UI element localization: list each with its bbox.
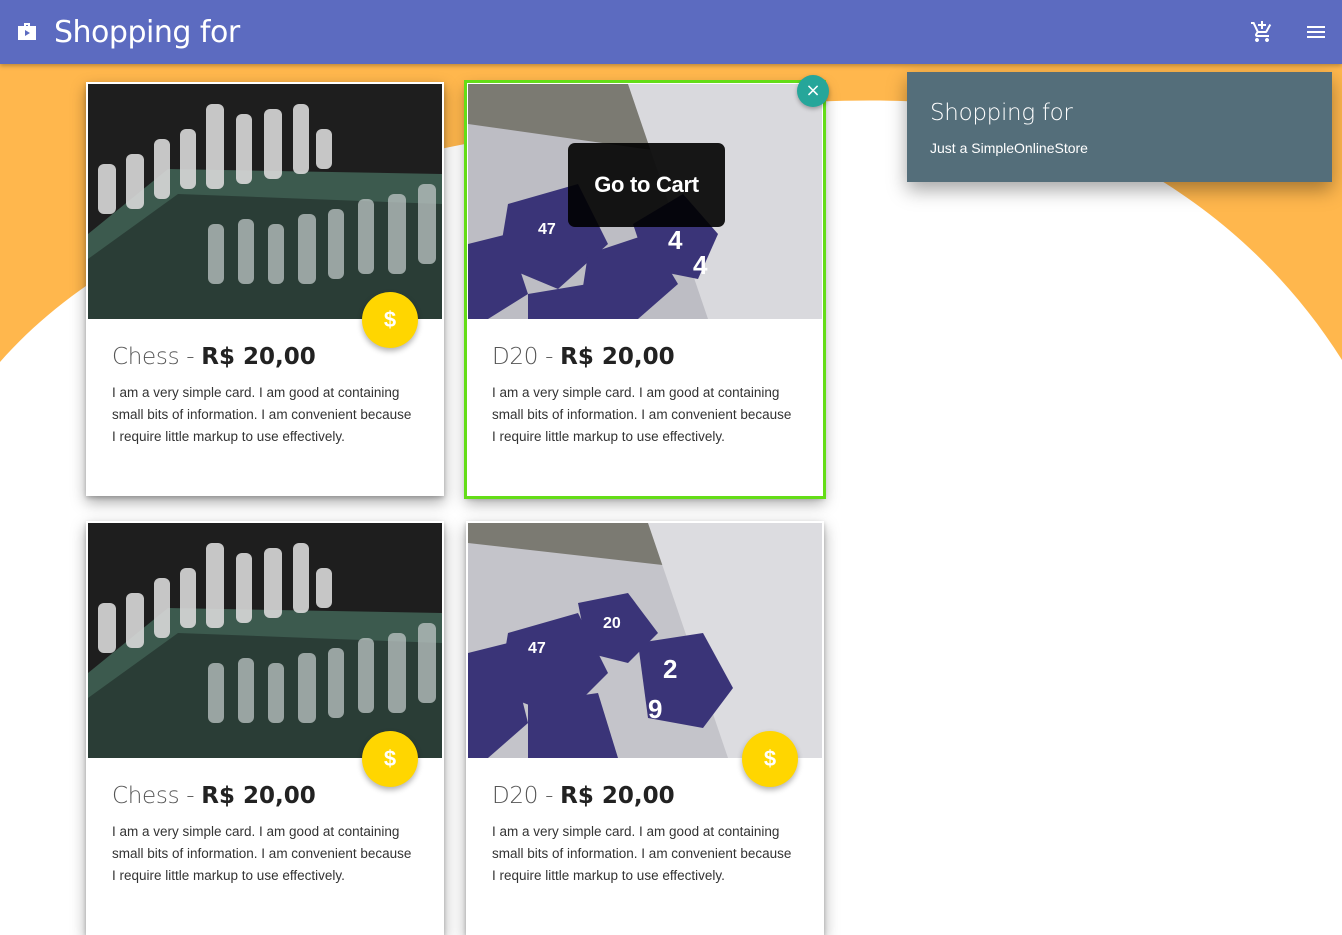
product-description: I am a very simple card. I am good at co… xyxy=(112,824,412,883)
chess-board-photo xyxy=(88,84,442,319)
shopping-bag-play-icon xyxy=(15,20,39,44)
product-card[interactable]: $ Chess - R$ 20,00 I am a very simple ca… xyxy=(86,82,444,496)
product-description: I am a very simple card. I am good at co… xyxy=(112,385,412,444)
chess-board-photo xyxy=(88,523,442,758)
product-card[interactable]: 2 9 20 47 $ D20 - R$ 20,00 I am a very s… xyxy=(466,521,824,935)
svg-text:4: 4 xyxy=(693,250,708,280)
card-content: D20 - R$ 20,00 I am a very simple card. … xyxy=(492,344,792,448)
dice-photo: 2 9 20 47 xyxy=(468,523,822,758)
buy-button[interactable]: $ xyxy=(362,731,418,787)
product-price: R$ 20,00 xyxy=(560,783,675,809)
buy-button[interactable]: $ xyxy=(742,731,798,787)
svg-text:20: 20 xyxy=(603,615,621,632)
product-description: I am a very simple card. I am good at co… xyxy=(492,824,792,883)
product-price: R$ 20,00 xyxy=(201,344,316,370)
product-name: D20 xyxy=(492,344,539,370)
product-name: Chess xyxy=(112,344,180,370)
go-to-cart-button[interactable]: Go to Cart xyxy=(568,143,725,227)
product-price: R$ 20,00 xyxy=(560,344,675,370)
hamburger-menu-icon[interactable] xyxy=(1304,20,1328,44)
svg-text:47: 47 xyxy=(528,640,546,657)
name-price-separator: - xyxy=(538,783,561,809)
close-icon[interactable]: × xyxy=(797,75,829,107)
card-content: Chess - R$ 20,00 I am a very simple card… xyxy=(112,344,412,448)
svg-text:4: 4 xyxy=(668,225,683,255)
svg-text:9: 9 xyxy=(648,694,662,724)
product-card-selected[interactable]: 4 4 47 Go to Cart × D20 - R$ 20,00 I am … xyxy=(464,75,829,499)
name-price-separator: - xyxy=(179,344,202,370)
add-shopping-cart-icon[interactable] xyxy=(1250,20,1274,44)
svg-text:2: 2 xyxy=(663,654,677,684)
product-name: D20 xyxy=(492,783,539,809)
buy-button[interactable]: $ xyxy=(362,292,418,348)
card-content: D20 - R$ 20,00 I am a very simple card. … xyxy=(492,783,792,887)
name-price-separator: - xyxy=(179,783,202,809)
panel-title: Shopping for xyxy=(930,100,1073,126)
product-card[interactable]: $ Chess - R$ 20,00 I am a very simple ca… xyxy=(86,521,444,935)
svg-text:47: 47 xyxy=(538,221,556,238)
panel-subtitle: Just a SimpleOnlineStore xyxy=(930,140,1088,156)
app-bar: Shopping for xyxy=(0,0,1342,64)
product-name: Chess xyxy=(112,783,180,809)
product-price: R$ 20,00 xyxy=(201,783,316,809)
app-title: Shopping for xyxy=(54,15,240,50)
name-price-separator: - xyxy=(538,344,561,370)
product-description: I am a very simple card. I am good at co… xyxy=(492,385,792,444)
card-content: Chess - R$ 20,00 I am a very simple card… xyxy=(112,783,412,887)
store-info-panel: Shopping for Just a SimpleOnlineStore xyxy=(907,72,1332,182)
